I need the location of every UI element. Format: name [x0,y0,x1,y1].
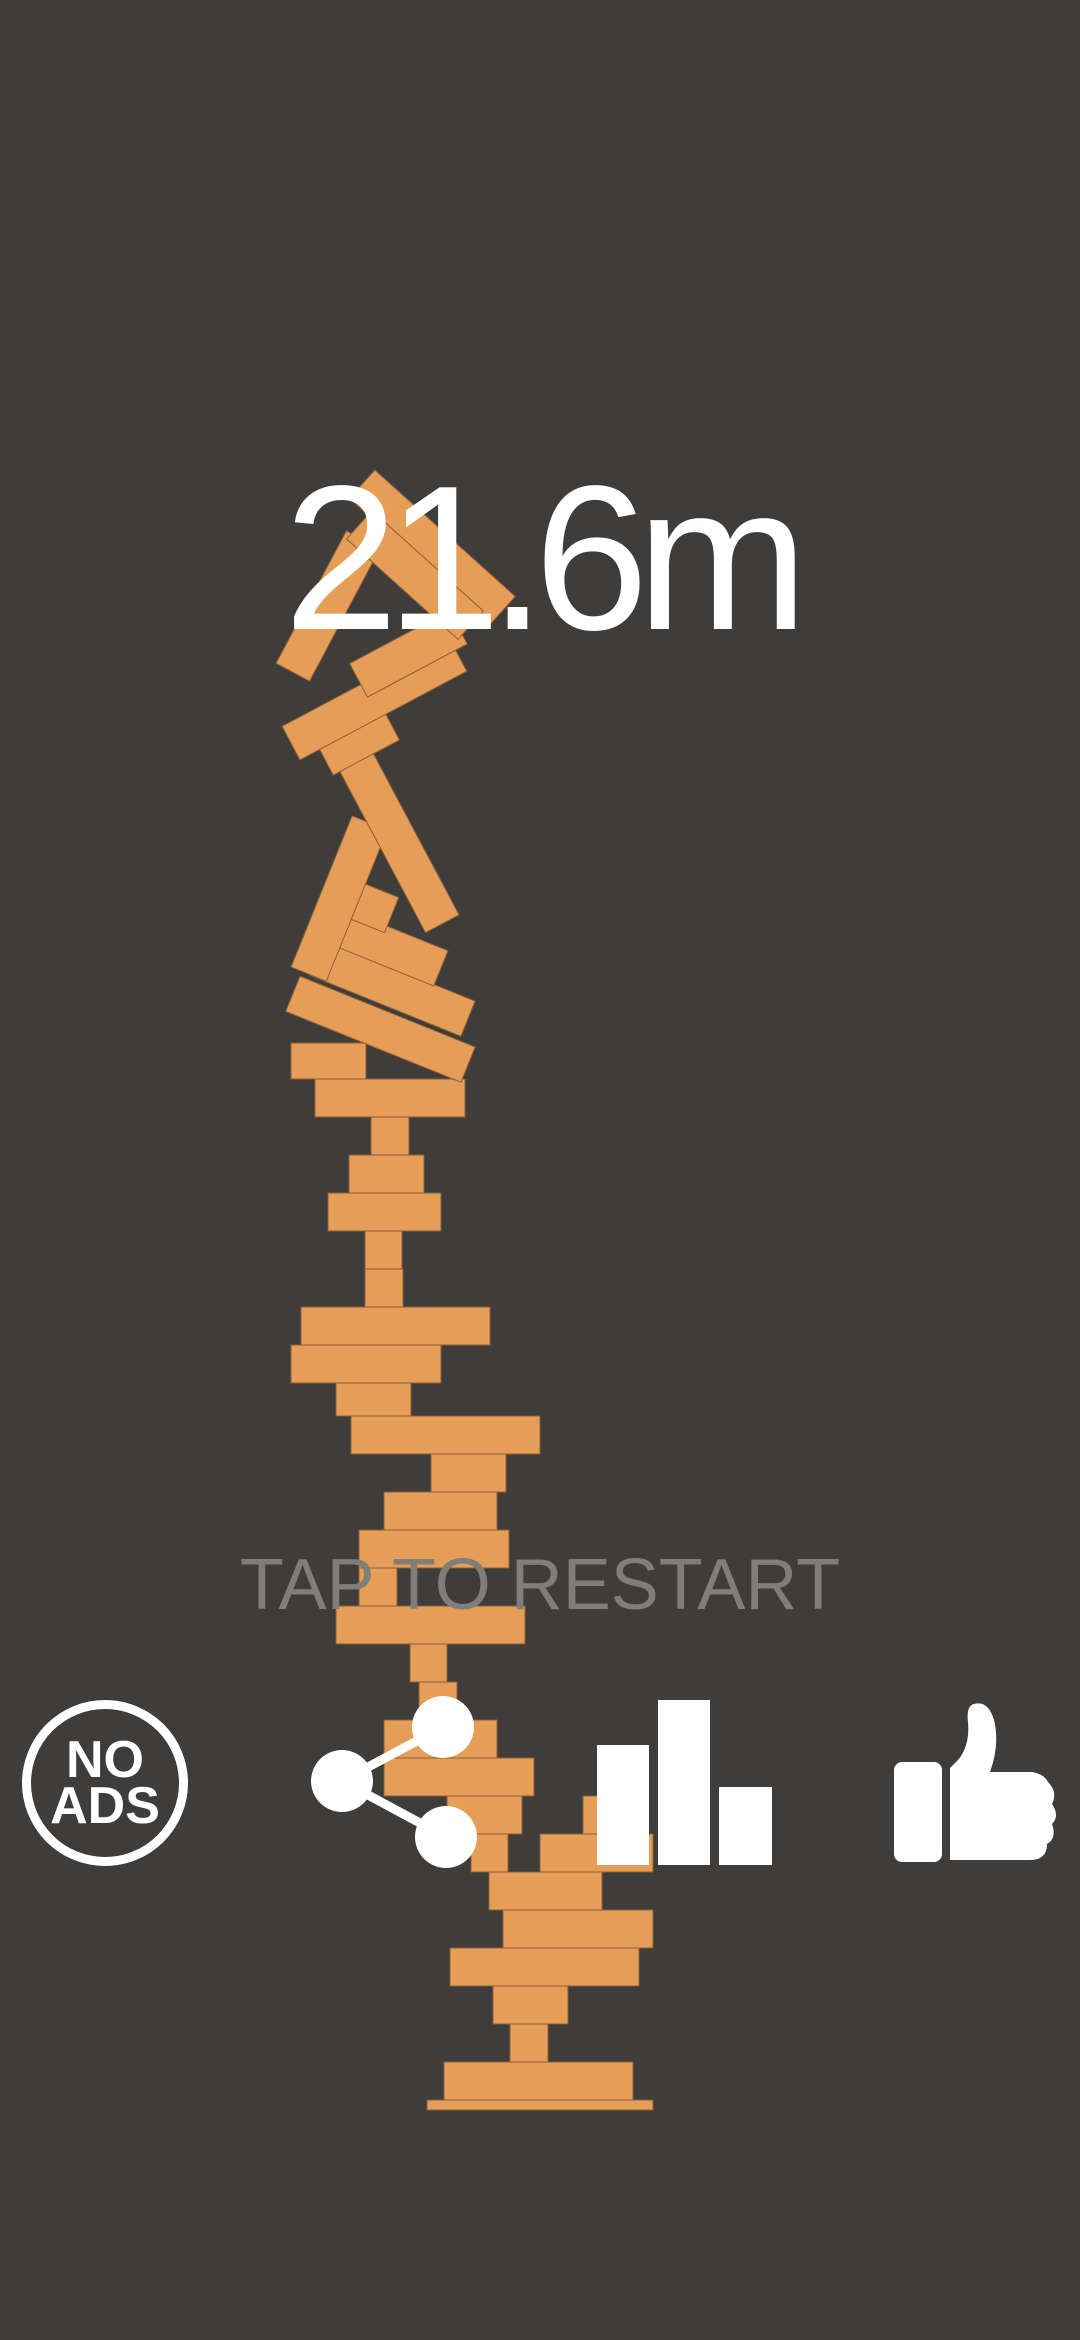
tower-block [370,1116,410,1156]
leaderboard-button[interactable] [597,1700,772,1865]
tower-block [314,1078,466,1118]
share-button[interactable] [310,1694,485,1869]
tower-block [409,1643,448,1683]
like-button[interactable] [892,1700,1057,1865]
tower-block [443,2061,634,2101]
tower-block [350,1415,541,1455]
tower-block [449,1947,640,1987]
game-screen[interactable]: 21.6m TAP TO RESTART NO ADS [0,0,1080,2340]
tower-block [426,2099,654,2111]
tower-block [364,1230,403,1270]
tower-block [364,1268,404,1308]
tower-block [300,1306,491,1346]
tower-block [430,1453,507,1493]
thumbs-up-icon [894,1703,1056,1862]
tower-block [509,2023,549,2063]
tower-block [327,1192,442,1232]
no-ads-button[interactable]: NO ADS [22,1700,188,1866]
tower-block [383,1491,498,1531]
tower-block [492,1985,569,2025]
bar-chart-icon [597,1700,772,1865]
block-tower [275,469,654,2111]
tower-block [348,1154,425,1194]
tower-block [488,1871,603,1911]
tower-block [290,1042,367,1080]
tap-to-restart-prompt[interactable]: TAP TO RESTART [0,1545,1080,1625]
no-ads-label-line2: ADS [50,1777,160,1835]
share-icon [311,1696,477,1868]
tower-block [502,1909,654,1949]
tower-block [335,1377,412,1417]
height-score: 21.6m [283,443,809,673]
tower-block [290,1344,442,1384]
